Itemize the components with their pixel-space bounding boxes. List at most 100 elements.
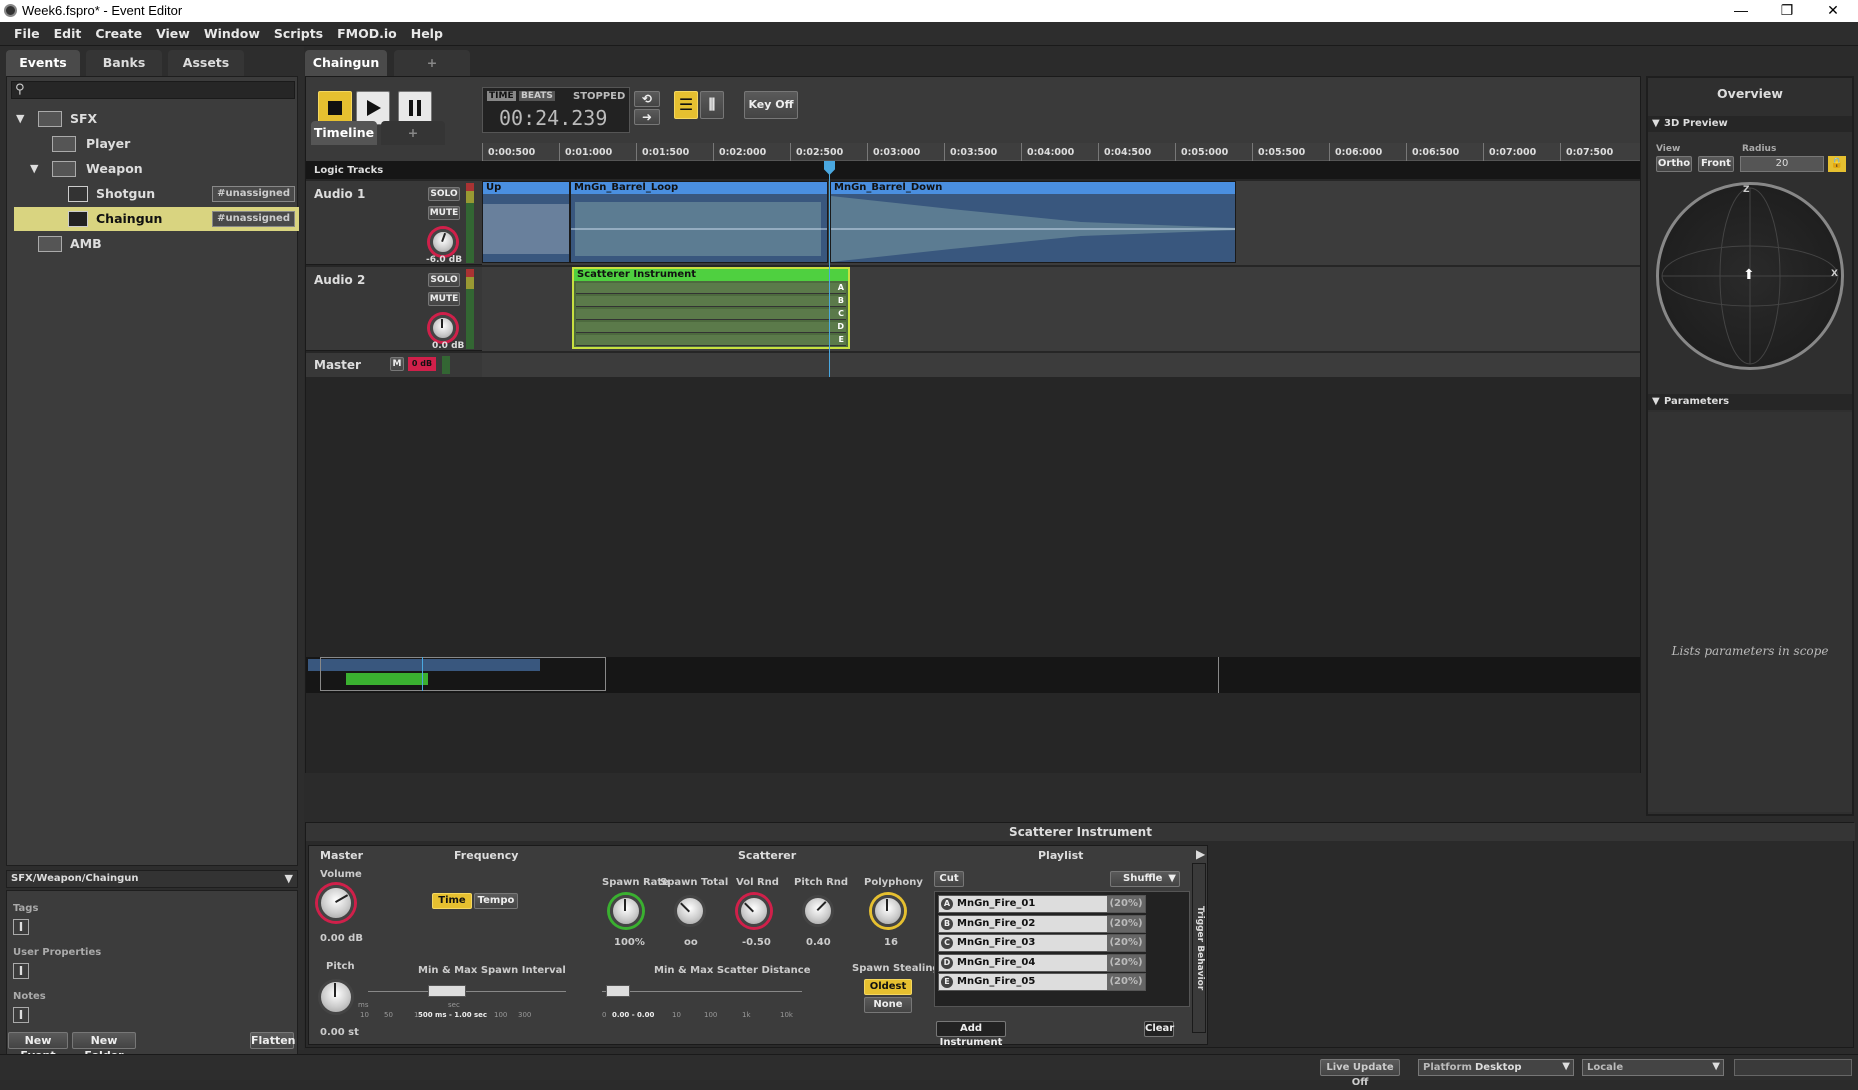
playlist-item[interactable]: C MnGn_Fire_03 (20%) — [938, 934, 1146, 952]
vol-rnd-knob[interactable] — [738, 895, 770, 927]
flatten-button[interactable]: Flatten — [250, 1032, 296, 1049]
menu-edit[interactable]: Edit — [47, 22, 89, 41]
follow-playhead-button[interactable]: ➜ — [634, 109, 660, 125]
tab-add-parameter[interactable]: + — [381, 121, 445, 145]
timeline-ruler[interactable]: 0:00:500 0:01:000 0:01:500 0:02:000 0:02:500… — [482, 143, 1640, 161]
distance-range-handle[interactable] — [606, 985, 630, 997]
clip-mngn-barrel-down[interactable]: MnGn_Barrel_Down — [830, 181, 1236, 263]
menu-fmodio[interactable]: FMOD.io — [330, 22, 404, 41]
playlist-item[interactable]: E MnGn_Fire_05 (20%) — [938, 973, 1146, 991]
time-mode-button[interactable]: TIME — [487, 91, 516, 101]
close-button[interactable]: ✕ — [1810, 0, 1856, 22]
playlist-item[interactable]: B MnGn_Fire_02 (20%) — [938, 914, 1146, 933]
polyphony-knob[interactable] — [872, 895, 904, 927]
tree-item-sfx[interactable]: ▼ SFX — [14, 107, 304, 131]
collapse-arrow-icon[interactable]: ▼ — [1652, 118, 1660, 129]
live-update-button[interactable]: Live Update Off — [1320, 1059, 1400, 1088]
clip-up[interactable]: Up — [482, 181, 570, 263]
play-button[interactable] — [356, 91, 390, 125]
collapse-arrow-icon[interactable]: ▼ — [1652, 396, 1660, 407]
new-event-button[interactable]: New Event — [8, 1032, 68, 1062]
lock-icon[interactable]: 🔒 — [1828, 156, 1846, 172]
stop-button[interactable] — [318, 91, 352, 125]
track-volume-knob[interactable] — [430, 229, 456, 255]
text-edit-icon[interactable]: I — [13, 919, 29, 935]
interval-range-handle[interactable] — [428, 985, 466, 997]
ortho-button[interactable]: Ortho — [1656, 156, 1692, 172]
dropdown-arrow-icon[interactable]: ▼ — [285, 872, 293, 885]
trigger-behavior-tab[interactable]: Trigger Behavior — [1192, 863, 1206, 1033]
spawn-interval-slider[interactable]: ms sec 10 50 100 30 100 300 500 ms - 1.0… — [358, 985, 566, 1027]
track-header-master[interactable]: Master M 0 dB — [306, 353, 482, 377]
menu-help[interactable]: Help — [404, 22, 450, 41]
3d-preview-header[interactable]: ▼ 3D Preview — [1648, 116, 1852, 132]
clip-scatterer-instrument[interactable]: Scatterer Instrument ABCDE — [572, 267, 850, 349]
expand-arrow-icon[interactable]: ▼ — [30, 157, 38, 181]
expand-arrow-icon[interactable]: ▼ — [16, 107, 24, 131]
playhead[interactable] — [829, 161, 830, 377]
parameters-header[interactable]: ▼ Parameters — [1648, 394, 1852, 410]
text-edit-icon[interactable]: I — [13, 1007, 29, 1023]
minimize-button[interactable]: — — [1718, 0, 1764, 22]
tree-item-player[interactable]: Player — [14, 132, 304, 156]
expand-arrow-icon[interactable]: ▶ — [1196, 847, 1205, 861]
locale-selector[interactable]: Locale ▼ — [1582, 1059, 1724, 1076]
tree-item-chaingun[interactable]: Chaingun #unassigned — [14, 207, 299, 231]
volume-knob[interactable] — [318, 885, 354, 921]
clear-button[interactable]: Clear — [1144, 1021, 1174, 1037]
front-button[interactable]: Front — [1698, 156, 1734, 172]
list-view-button[interactable]: ☰ — [674, 91, 698, 119]
time-mode-button[interactable]: Time — [432, 893, 472, 909]
tab-assets[interactable]: Assets — [168, 50, 244, 76]
overview-viewport[interactable] — [320, 657, 606, 691]
search-input[interactable]: ⚲ — [11, 81, 295, 99]
tab-timeline[interactable]: Timeline — [311, 121, 377, 145]
oldest-button[interactable]: Oldest — [864, 979, 912, 995]
track-header-audio1[interactable]: Audio 1 SOLO MUTE -6.0 dB — [306, 181, 482, 265]
scatter-distance-slider[interactable]: 0 10 100 1k 10k 0.00 - 0.00 — [602, 985, 802, 1027]
menu-create[interactable]: Create — [88, 22, 149, 41]
shuffle-dropdown[interactable]: Shuffle ▼ — [1110, 871, 1180, 887]
clip-mngn-barrel-loop[interactable]: MnGn_Barrel_Loop — [570, 181, 828, 263]
tab-add[interactable]: + — [394, 50, 470, 76]
beats-mode-button[interactable]: BEATS — [519, 91, 555, 101]
pitch-knob[interactable] — [318, 979, 354, 1015]
playlist-item[interactable]: D MnGn_Fire_04 (20%) — [938, 953, 1146, 972]
listener-arrow-icon[interactable]: ⬆ — [1743, 268, 1755, 282]
3d-preview-sphere[interactable]: Z X ⬆ — [1656, 182, 1844, 370]
menu-window[interactable]: Window — [197, 22, 267, 41]
tab-chaingun[interactable]: Chaingun — [305, 50, 387, 76]
tempo-mode-button[interactable]: Tempo — [474, 893, 518, 909]
track-header-audio2[interactable]: Audio 2 SOLO MUTE 0.0 dB — [306, 267, 482, 351]
playlist-item[interactable]: A MnGn_Fire_01 (20%) — [938, 895, 1146, 913]
track-lane-master[interactable] — [482, 353, 1640, 377]
mute-button[interactable]: MUTE — [428, 206, 460, 220]
spawn-total-knob[interactable] — [674, 895, 706, 927]
loop-playback-button[interactable]: ⟲ — [634, 91, 660, 107]
menu-view[interactable]: View — [149, 22, 197, 41]
pitch-rnd-knob[interactable] — [802, 895, 834, 927]
tree-item-shotgun[interactable]: Shotgun #unassigned — [14, 182, 299, 206]
tree-item-weapon[interactable]: ▼ Weapon — [14, 157, 304, 181]
tree-item-amb[interactable]: AMB — [14, 232, 304, 256]
tab-banks[interactable]: Banks — [86, 50, 162, 76]
cut-button[interactable]: Cut — [934, 871, 964, 887]
radius-input[interactable]: 20 — [1740, 156, 1824, 172]
text-edit-icon[interactable]: I — [13, 963, 29, 979]
track-volume-knob[interactable] — [430, 315, 456, 341]
platform-selector[interactable]: Platform Desktop ▼ — [1418, 1059, 1574, 1076]
master-volume-value[interactable]: 0 dB — [408, 357, 436, 371]
timeline-overview[interactable] — [306, 657, 1640, 693]
menu-scripts[interactable]: Scripts — [267, 22, 330, 41]
selection-path-bar[interactable]: SFX/Weapon/Chaingun ▼ — [6, 870, 298, 888]
spawn-rate-knob[interactable] — [610, 895, 642, 927]
add-instrument-button[interactable]: Add Instrument — [936, 1021, 1006, 1048]
restore-button[interactable]: ❐ — [1764, 0, 1810, 22]
menu-file[interactable]: File — [0, 22, 47, 41]
mute-button[interactable]: MUTE — [428, 292, 460, 306]
none-button[interactable]: None — [864, 997, 912, 1013]
solo-button[interactable]: SOLO — [428, 187, 460, 201]
solo-button[interactable]: SOLO — [428, 273, 460, 287]
master-mute-button[interactable]: M — [390, 357, 404, 371]
tab-events[interactable]: Events — [6, 50, 80, 76]
